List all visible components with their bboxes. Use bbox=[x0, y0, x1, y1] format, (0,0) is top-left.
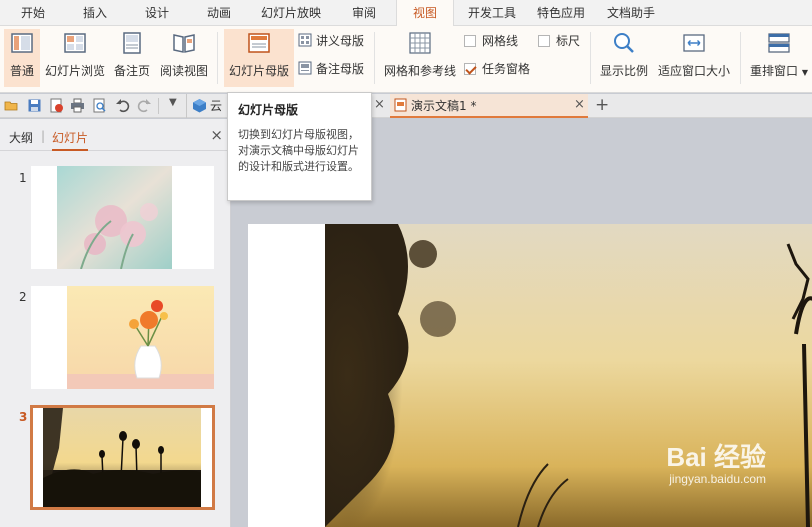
redo-icon[interactable] bbox=[137, 98, 152, 113]
ruler-checkbox[interactable]: 标尺 bbox=[538, 32, 580, 50]
save-icon[interactable] bbox=[27, 98, 42, 113]
new-tab-button[interactable]: + bbox=[595, 95, 609, 115]
slide-number: 3 bbox=[19, 410, 28, 424]
tab-doc-assistant[interactable]: 文档助手 bbox=[594, 0, 668, 26]
slide-thumbnail-2[interactable] bbox=[31, 286, 214, 389]
slides-panel-header: 大纲 | 幻灯片 × bbox=[0, 119, 231, 151]
magnifier-icon bbox=[614, 33, 634, 53]
tab-cloud-doc[interactable]: 云 bbox=[210, 94, 222, 118]
tooltip-title: 幻灯片母版 bbox=[238, 103, 299, 117]
baidu-jingyan-watermark: Bai 经验 jingyan.baidu.com bbox=[666, 442, 766, 486]
slide-thumbnail-1[interactable] bbox=[31, 166, 214, 269]
fit-window-icon bbox=[683, 34, 705, 52]
gridlines-checkbox[interactable]: 网格线 bbox=[464, 32, 518, 50]
close-panel-icon[interactable]: × bbox=[210, 126, 223, 144]
cloud-doc-icon bbox=[193, 99, 206, 113]
notes-master-icon bbox=[298, 61, 312, 75]
tab-view[interactable]: 视图 bbox=[396, 0, 454, 27]
normal-view-icon bbox=[11, 33, 33, 53]
task-pane-check[interactable] bbox=[464, 63, 476, 75]
ribbon-separator bbox=[217, 32, 218, 84]
flower-vase-image bbox=[67, 286, 214, 389]
normal-view-button[interactable]: 普通 bbox=[4, 29, 40, 87]
zoom-button[interactable]: 显示比例 bbox=[597, 29, 651, 87]
slide-master-tooltip: 幻灯片母版 切换到幻灯片母版视图，对演示文稿中母版幻灯片的设计和版式进行设置。 bbox=[227, 92, 372, 201]
slide-master-button[interactable]: 幻灯片母版 bbox=[224, 29, 294, 87]
close-tab-icon[interactable]: × bbox=[574, 93, 585, 117]
tab-special[interactable]: 特色应用 bbox=[528, 0, 594, 26]
ribbon-separator bbox=[374, 32, 375, 84]
tab-insert[interactable]: 插入 bbox=[66, 0, 124, 26]
menu-bar: 开始 插入 设计 动画 幻灯片放映 审阅 视图 开发工具 特色应用 文档助手 bbox=[0, 0, 812, 27]
ribbon-separator bbox=[740, 32, 741, 84]
tab-presentation-1[interactable]: 演示文稿1 * × bbox=[390, 94, 588, 118]
slide-thumbnail-3[interactable] bbox=[30, 405, 215, 510]
handout-master-icon bbox=[298, 33, 312, 47]
undo-icon[interactable] bbox=[115, 98, 130, 113]
tab-divider: | bbox=[41, 129, 46, 143]
notes-page-button[interactable]: 备注页 bbox=[110, 29, 154, 87]
flowers-pink-image bbox=[57, 166, 172, 269]
ribbon: 普通 幻灯片浏览 备注页 阅读视图 幻灯片母版 讲义母版 备注母版 网格和参考线… bbox=[0, 26, 812, 93]
tab-review[interactable]: 审阅 bbox=[334, 0, 394, 26]
presentation-file-icon bbox=[394, 98, 407, 112]
handout-master-button[interactable]: 讲义母版 bbox=[298, 32, 364, 50]
slide-number: 1 bbox=[19, 171, 27, 185]
slide-sorter-button[interactable]: 幻灯片浏览 bbox=[42, 29, 108, 87]
export-pdf-icon[interactable] bbox=[49, 98, 64, 113]
print-preview-icon[interactable] bbox=[92, 98, 107, 113]
tab-animation[interactable]: 动画 bbox=[190, 0, 248, 26]
task-pane-checkbox[interactable]: 任务窗格 bbox=[464, 60, 530, 78]
open-folder-icon[interactable] bbox=[4, 98, 19, 113]
sunset-silhouette-image bbox=[43, 408, 201, 507]
arrange-windows-icon bbox=[768, 33, 790, 53]
reading-view-button[interactable]: 阅读视图 bbox=[157, 29, 211, 87]
reading-view-icon bbox=[173, 34, 195, 53]
print-icon[interactable] bbox=[70, 98, 85, 113]
slide-number: 2 bbox=[19, 290, 27, 304]
toolbar-separator bbox=[158, 98, 159, 114]
customize-dropdown-icon[interactable]: ▼ bbox=[169, 97, 177, 108]
tab-design[interactable]: 设计 bbox=[124, 0, 190, 26]
toolbar-separator bbox=[186, 94, 187, 118]
tab-developer[interactable]: 开发工具 bbox=[456, 0, 528, 26]
slide-master-icon bbox=[248, 33, 270, 53]
slide-sorter-icon bbox=[64, 33, 86, 53]
fit-window-button[interactable]: 适应窗口大小 bbox=[656, 29, 732, 87]
quick-access-toolbar: ▼ 云 × 演示文稿1 * × + bbox=[0, 94, 812, 118]
arrange-windows-button[interactable]: 重排窗口 ▼ bbox=[748, 29, 810, 87]
tab-outline[interactable]: 大纲 bbox=[9, 129, 33, 146]
ruler-check[interactable] bbox=[538, 35, 550, 47]
notes-page-icon bbox=[123, 32, 141, 54]
tooltip-body: 切换到幻灯片母版视图，对演示文稿中母版幻灯片的设计和版式进行设置。 bbox=[238, 128, 359, 173]
notes-master-button[interactable]: 备注母版 bbox=[298, 60, 364, 78]
slides-panel: 大纲 | 幻灯片 × 1 2 3 bbox=[0, 119, 231, 527]
dropdown-arrow-icon: ▼ bbox=[801, 68, 808, 77]
close-tab-icon[interactable]: × bbox=[374, 97, 385, 112]
grid-guides-button[interactable]: 网格和参考线 bbox=[382, 29, 458, 87]
gridlines-check[interactable] bbox=[464, 35, 476, 47]
ribbon-separator bbox=[590, 32, 591, 84]
grid-icon bbox=[409, 32, 431, 54]
tab-home[interactable]: 开始 bbox=[0, 0, 66, 26]
tab-slideshow[interactable]: 幻灯片放映 bbox=[248, 0, 334, 26]
tab-slides[interactable]: 幻灯片 bbox=[52, 129, 89, 151]
